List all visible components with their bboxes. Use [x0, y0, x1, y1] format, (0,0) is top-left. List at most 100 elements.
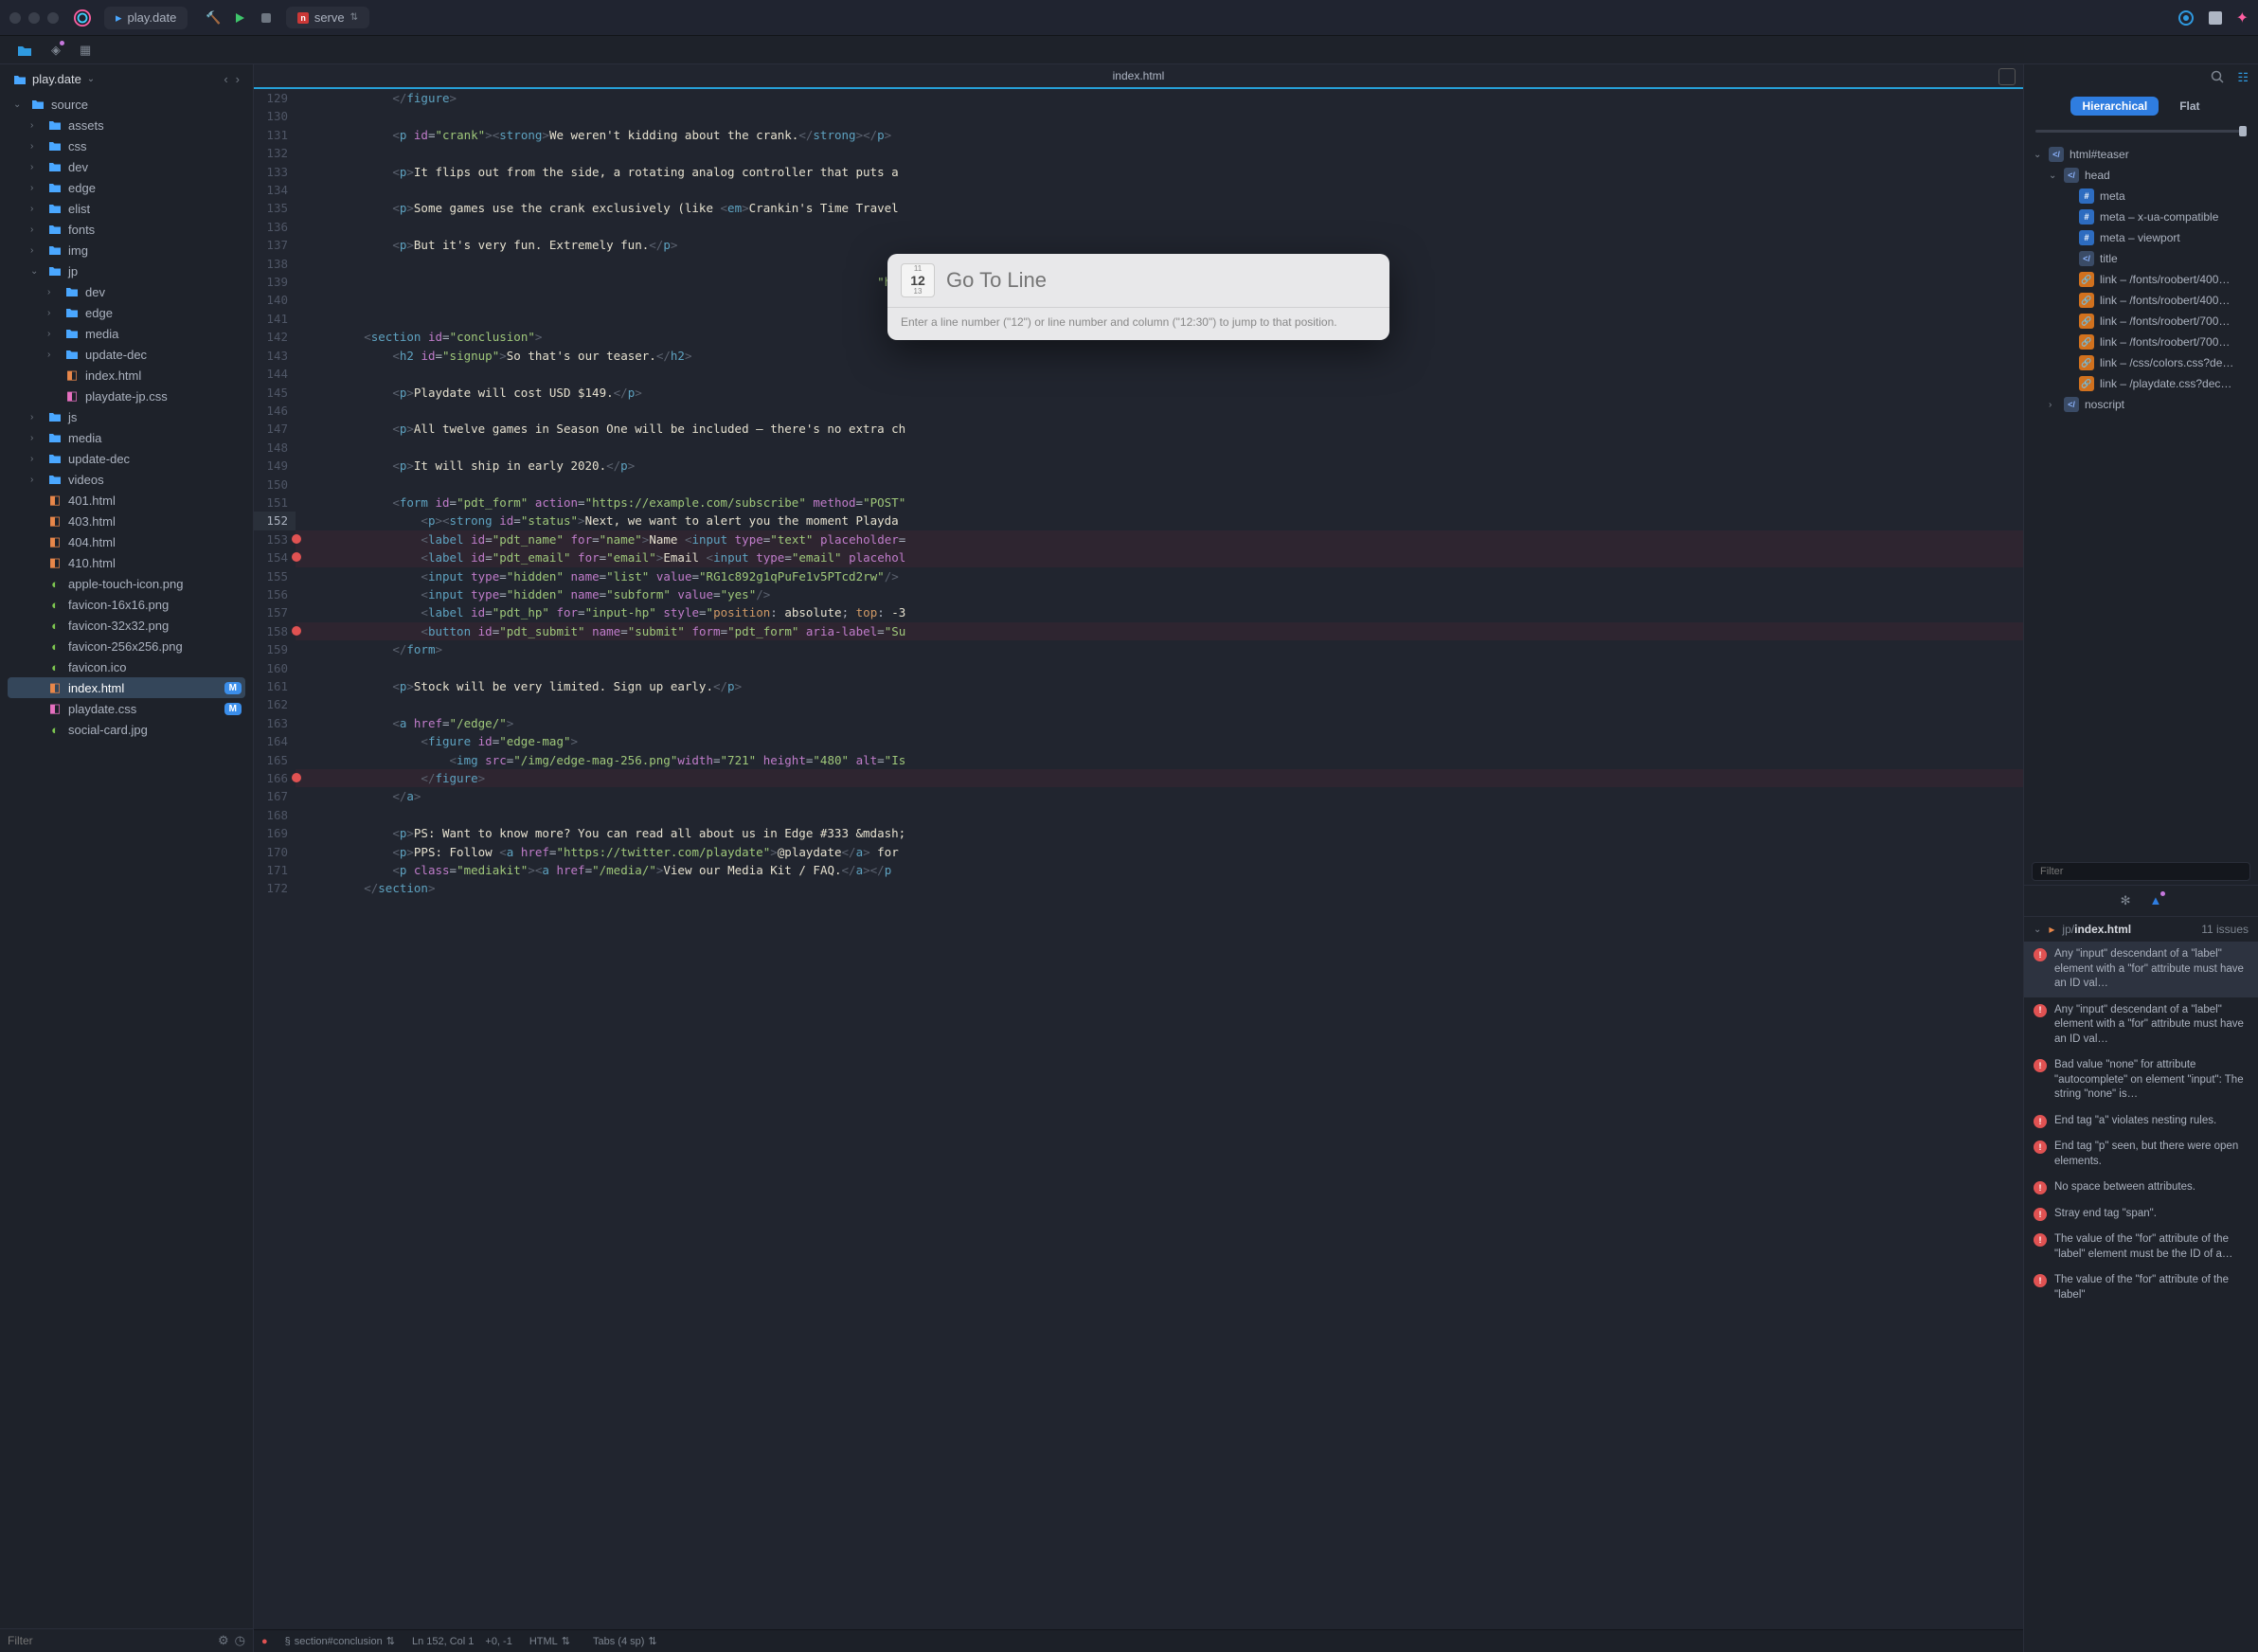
code-line[interactable]: <label id="pdt_email" for="email">Email … [296, 548, 2023, 566]
panel-icon[interactable] [2208, 10, 2223, 26]
tree-item-playdate-css[interactable]: ◧playdate.cssM [8, 698, 245, 719]
stop-icon[interactable] [258, 9, 275, 27]
tree-item-update-dec[interactable]: ›update-dec [8, 448, 245, 469]
tree-item-elist[interactable]: ›elist [8, 198, 245, 219]
code-line[interactable]: <p class="mediakit"><a href="/media/">Vi… [296, 861, 2023, 879]
dom-item[interactable]: ›</noscript [2030, 394, 2252, 415]
issue-item[interactable]: !Any "input" descendant of a "label" ele… [2024, 942, 2258, 997]
issues-toggle[interactable]: ● [261, 1636, 268, 1647]
split-editor-button[interactable] [1998, 68, 2016, 85]
issue-item[interactable]: !End tag "p" seen, but there were open e… [2024, 1134, 2258, 1175]
code-line[interactable] [296, 695, 2023, 713]
code-line[interactable]: <button id="pdt_submit" name="submit" fo… [296, 622, 2023, 640]
code-line[interactable]: <input type="hidden" name="list" value="… [296, 567, 2023, 585]
cursor-position[interactable]: Ln 152, Col 1 [412, 1636, 474, 1647]
tree-item-favicon-256x256-png[interactable]: ◐favicon-256x256.png [8, 636, 245, 656]
tree-item-assets[interactable]: ›assets [8, 115, 245, 135]
code-line[interactable] [296, 181, 2023, 199]
code-line[interactable]: </a> [296, 787, 2023, 805]
tree-item-media[interactable]: ›media [8, 323, 245, 344]
tree-item-media[interactable]: ›media [8, 427, 245, 448]
dom-item[interactable]: </title [2030, 248, 2252, 269]
tree-item-favicon-ico[interactable]: ◐favicon.ico [8, 656, 245, 677]
code-line[interactable]: <form id="pdt_form" action="https://exam… [296, 494, 2023, 512]
run-config-selector[interactable]: n serve ⇅ [286, 7, 369, 28]
code-line[interactable] [296, 659, 2023, 677]
sidebar-filter-input[interactable] [8, 1634, 212, 1647]
tab-flat[interactable]: Flat [2168, 97, 2211, 116]
dom-item[interactable]: #meta [2030, 186, 2252, 206]
dom-item[interactable]: 🔗link – /playdate.css?dec… [2030, 373, 2252, 394]
code-line[interactable]: </figure> [296, 769, 2023, 787]
dom-item[interactable]: ⌄</html#teaser [2030, 144, 2252, 165]
file-tree[interactable]: ⌄source›assets›css›dev›edge›elist›fonts›… [0, 94, 253, 1628]
project-tab[interactable]: ▸ play.date [104, 7, 188, 29]
code-line[interactable]: <p>But it's very fun. Extremely fun.</p> [296, 236, 2023, 254]
code-line[interactable]: <label id="pdt_hp" for="input-hp" style=… [296, 603, 2023, 621]
tree-item-401-html[interactable]: ◧401.html [8, 490, 245, 511]
issue-item[interactable]: !No space between attributes. [2024, 1175, 2258, 1201]
code-line[interactable]: <p>Playdate will cost USD $149.</p> [296, 384, 2023, 402]
dom-item[interactable]: 🔗link – /css/colors.css?de… [2030, 352, 2252, 373]
tree-item-img[interactable]: ›img [8, 240, 245, 260]
indent-selector[interactable]: Tabs (4 sp) ⇅ [587, 1633, 663, 1649]
tree-item-playdate-jp-css[interactable]: ◧playdate-jp.css [8, 386, 245, 406]
tree-item-css[interactable]: ›css [8, 135, 245, 156]
minimize-window[interactable] [28, 12, 40, 24]
tree-item-410-html[interactable]: ◧410.html [8, 552, 245, 573]
grid-icon[interactable]: ▦ [80, 43, 91, 58]
dom-item[interactable]: #meta – viewport [2030, 227, 2252, 248]
close-window[interactable] [9, 12, 21, 24]
issue-item[interactable]: !The value of the "for" attribute of the… [2024, 1227, 2258, 1267]
tree-item-403-html[interactable]: ◧403.html [8, 511, 245, 531]
filter-gear-icon[interactable]: ⚙ [218, 1633, 229, 1648]
code-line[interactable]: <p>Stock will be very limited. Sign up e… [296, 677, 2023, 695]
nav-fwd-icon[interactable]: › [236, 72, 240, 86]
tree-item-index-html[interactable]: ◧index.html [8, 365, 245, 386]
code-line[interactable]: <img src="/img/edge-mag-256.png"width="7… [296, 751, 2023, 769]
search-icon[interactable] [2211, 70, 2224, 85]
code-line[interactable]: <label id="pdt_name" for="name">Name <in… [296, 530, 2023, 548]
tree-item-social-card-jpg[interactable]: ◐social-card.jpg [8, 719, 245, 740]
dom-item[interactable]: 🔗link – /fonts/roobert/400… [2030, 269, 2252, 290]
issue-item[interactable]: !Stray end tag "span". [2024, 1201, 2258, 1228]
code-line[interactable] [296, 402, 2023, 420]
project-selector[interactable]: play.date ⌄ [13, 72, 95, 86]
code-line[interactable]: <figure id="edge-mag"> [296, 732, 2023, 750]
code-line[interactable]: </section> [296, 879, 2023, 897]
tree-item-favicon-16x16-png[interactable]: ◐favicon-16x16.png [8, 594, 245, 615]
warnings-icon[interactable]: ▲ [2150, 893, 2162, 908]
code-line[interactable] [296, 144, 2023, 162]
maximize-window[interactable] [47, 12, 59, 24]
code-line[interactable]: <input type="hidden" name="subform" valu… [296, 585, 2023, 603]
code-line[interactable]: <p>All twelve games in Season One will b… [296, 420, 2023, 438]
symbols-icon[interactable]: ◈ [51, 43, 61, 58]
code-line[interactable]: <p>Some games use the crank exclusively … [296, 199, 2023, 217]
tree-item-apple-touch-icon-png[interactable]: ◐apple-touch-icon.png [8, 573, 245, 594]
issue-item[interactable]: !The value of the "for" attribute of the… [2024, 1267, 2258, 1308]
tree-item-edge[interactable]: ›edge [8, 302, 245, 323]
goto-line-input[interactable] [946, 268, 1376, 293]
build-icon[interactable]: 🔨 [205, 9, 222, 27]
code-line[interactable]: </figure> [296, 89, 2023, 107]
run-icon[interactable] [231, 9, 248, 27]
code-line[interactable] [296, 107, 2023, 125]
issues-list[interactable]: !Any "input" descendant of a "label" ele… [2024, 942, 2258, 1652]
all-issues-icon[interactable]: ✻ [2121, 893, 2131, 908]
code-line[interactable] [296, 439, 2023, 457]
preview-icon[interactable] [2177, 9, 2195, 27]
tree-item-dev[interactable]: ›dev [8, 156, 245, 177]
tree-item-fonts[interactable]: ›fonts [8, 219, 245, 240]
filter-clock-icon[interactable]: ◷ [235, 1633, 245, 1648]
files-icon[interactable] [17, 44, 32, 57]
code-line[interactable]: <a href="/edge/"> [296, 714, 2023, 732]
code-line[interactable]: <p>It flips out from the side, a rotatin… [296, 163, 2023, 181]
dom-item[interactable]: 🔗link – /fonts/roobert/400… [2030, 290, 2252, 311]
dom-item[interactable]: ⌄</head [2030, 165, 2252, 186]
breadcrumb[interactable]: § section#conclusion ⇅ [279, 1633, 401, 1649]
tree-item-source[interactable]: ⌄source [8, 94, 245, 115]
code-line[interactable]: <p>PPS: Follow <a href="https://twitter.… [296, 843, 2023, 861]
tree-item-jp[interactable]: ⌄jp [8, 260, 245, 281]
tree-item-favicon-32x32-png[interactable]: ◐favicon-32x32.png [8, 615, 245, 636]
tab-hierarchical[interactable]: Hierarchical [2070, 97, 2159, 116]
